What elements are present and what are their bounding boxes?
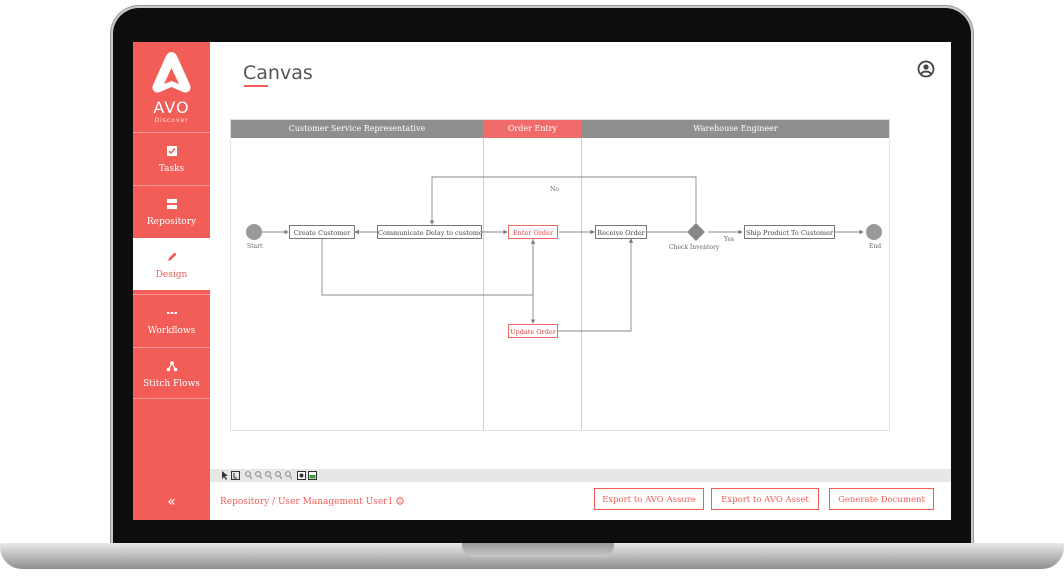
checkbox-icon	[166, 146, 177, 156]
check-inventory-gateway[interactable]	[687, 223, 705, 241]
generate-document-button[interactable]: Generate Document	[829, 488, 934, 510]
start-node[interactable]	[246, 224, 262, 240]
ship-product-task[interactable]: Ship Product To Customer	[744, 225, 835, 239]
sidebar-item-label: Repository	[146, 217, 197, 227]
zoom-actual-icon[interactable]	[285, 471, 292, 480]
create-customer-task[interactable]: Create Customer	[289, 225, 355, 239]
collapse-sidebar-button[interactable]: «	[133, 494, 210, 510]
pencil-icon	[167, 252, 176, 261]
dots-icon	[166, 312, 177, 314]
zoom-fit-icon[interactable]	[265, 471, 272, 480]
brand-logo: AVO Discover	[133, 42, 210, 132]
title-underline	[244, 85, 268, 87]
page-title: Canvas	[243, 62, 313, 84]
zoom-reset-icon[interactable]	[275, 471, 282, 480]
sidebar-item-design[interactable]: Design	[133, 238, 210, 290]
pointer-tool-icon[interactable]	[221, 471, 229, 480]
yes-branch-label: Yes	[724, 236, 735, 243]
receive-order-task[interactable]: Receive Order	[595, 225, 647, 239]
app-screen: AVO Discover Tasks Repository Design Wor…	[133, 42, 951, 520]
canvas-toolbar	[210, 469, 951, 482]
pan-tool-icon[interactable]	[231, 471, 240, 480]
flow-connectors	[246, 176, 882, 332]
image-export-icon[interactable]	[297, 471, 306, 480]
workflow-canvas[interactable]: Customer Service Representative Order En…	[230, 119, 890, 431]
breadcrumb[interactable]: Repository / User Management User1	[220, 497, 404, 507]
sidebar: AVO Discover Tasks Repository Design Wor…	[133, 42, 210, 520]
check-inventory-label: Check Inventory	[669, 244, 720, 251]
zoom-in-icon[interactable]	[245, 471, 252, 480]
no-branch-label: No	[550, 186, 559, 193]
sidebar-item-label: Stitch Flows	[143, 379, 200, 389]
end-label: End	[869, 243, 882, 250]
sidebar-item-tasks[interactable]: Tasks	[133, 132, 210, 184]
info-icon[interactable]	[396, 497, 404, 505]
user-profile-icon[interactable]	[917, 60, 935, 78]
repository-icon	[166, 199, 177, 209]
sidebar-item-workflows[interactable]: Workflows	[133, 294, 210, 346]
laptop-notch	[462, 543, 614, 557]
communicate-delay-task[interactable]: Communicate Delay to customer	[377, 225, 482, 239]
minimap-icon[interactable]	[308, 471, 317, 480]
update-order-task[interactable]: Update Order	[508, 324, 558, 338]
breadcrumb-text: Repository / User Management User1	[220, 497, 394, 507]
sidebar-item-label: Tasks	[158, 164, 185, 174]
sidebar-item-label: Workflows	[147, 326, 196, 336]
sidebar-item-label: Design	[155, 270, 188, 280]
sidebar-item-stitch-flows[interactable]: Stitch Flows	[133, 347, 210, 399]
enter-order-task[interactable]: Enter Order	[508, 225, 558, 239]
export-avo-asset-button[interactable]: Export to AVO Asset	[711, 488, 819, 510]
avo-logo-icon	[152, 52, 191, 93]
sidebar-item-repository[interactable]: Repository	[133, 185, 210, 237]
brand-subtitle: Discover	[154, 117, 189, 124]
zoom-out-icon[interactable]	[255, 471, 262, 480]
export-avo-assure-button[interactable]: Export to AVO Assure	[594, 488, 704, 510]
start-label: Start	[247, 243, 263, 250]
brand-name: AVO	[153, 98, 190, 117]
end-node[interactable]	[866, 224, 882, 240]
stitch-icon	[166, 361, 177, 372]
